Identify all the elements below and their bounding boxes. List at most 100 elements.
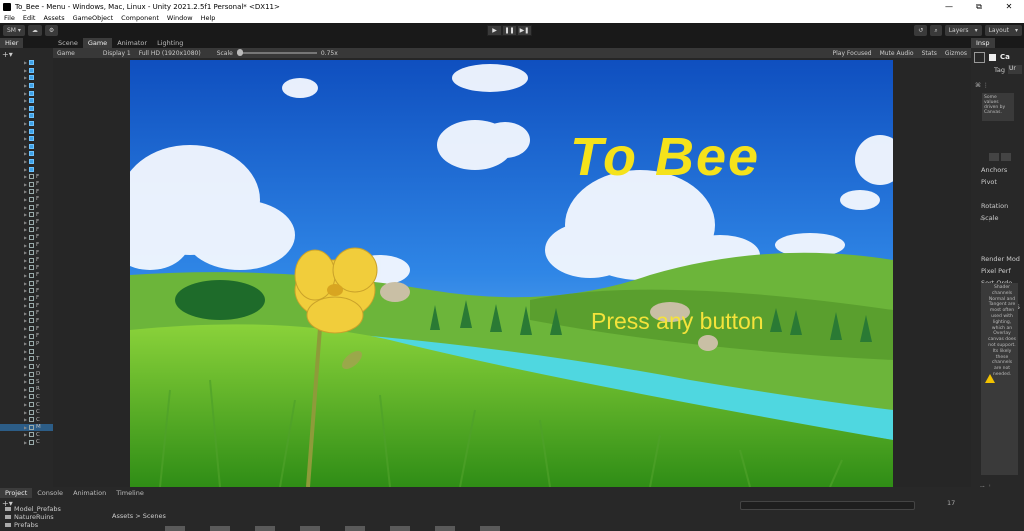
- display-dropdown[interactable]: Display 1: [99, 50, 135, 57]
- folder-item[interactable]: Prefabs: [5, 521, 61, 529]
- asset-thumbnail[interactable]: [300, 526, 320, 531]
- hierarchy-item[interactable]: ▶: [0, 82, 53, 90]
- hierarchy-item[interactable]: ▶ V: [0, 363, 53, 371]
- hierarchy-item[interactable]: ▶: [0, 135, 53, 143]
- history-icon[interactable]: ↺: [914, 25, 928, 36]
- hierarchy-item[interactable]: ▶: [0, 165, 53, 173]
- hierarchy-item[interactable]: ▶ F: [0, 196, 53, 204]
- rect-transform-icon[interactable]: ⌘ ⋮: [975, 82, 989, 89]
- hierarchy-item[interactable]: ▶: [0, 112, 53, 120]
- hierarchy-item[interactable]: ▶ S: [0, 378, 53, 386]
- hierarchy-item[interactable]: ▶ F: [0, 203, 53, 211]
- close-button[interactable]: ✕: [994, 0, 1024, 13]
- hierarchy-item[interactable]: ▶: [0, 348, 53, 356]
- collab-icon[interactable]: ⚙: [44, 25, 59, 36]
- scale-slider-handle[interactable]: [236, 49, 243, 56]
- menu-window[interactable]: Window: [163, 14, 197, 22]
- menu-component[interactable]: Component: [117, 14, 163, 22]
- hierarchy-item[interactable]: ▶: [0, 158, 53, 166]
- hierarchy-item[interactable]: ▶: [0, 59, 53, 67]
- menu-assets[interactable]: Assets: [39, 14, 68, 22]
- hierarchy-item[interactable]: ▶ C: [0, 408, 53, 416]
- folder-item[interactable]: NatureRuins: [5, 513, 61, 521]
- tab-lighting[interactable]: Lighting: [152, 38, 188, 48]
- hierarchy-item[interactable]: ▶ C: [0, 431, 53, 439]
- hierarchy-item[interactable]: ▶ F: [0, 211, 53, 219]
- play-focused-dropdown[interactable]: Play Focused: [829, 50, 876, 57]
- hierarchy-item[interactable]: ▶ F: [0, 181, 53, 189]
- hierarchy-item[interactable]: ▶ F: [0, 256, 53, 264]
- account-dropdown[interactable]: SM ▾: [3, 25, 25, 36]
- active-checkbox[interactable]: [989, 54, 996, 61]
- minimize-button[interactable]: —: [934, 0, 964, 13]
- hierarchy-item[interactable]: ▶ F: [0, 294, 53, 302]
- hierarchy-item[interactable]: ▶ M: [0, 423, 53, 432]
- tab-inspector[interactable]: Insp: [971, 38, 995, 48]
- asset-thumbnail[interactable]: [165, 526, 185, 531]
- maximize-button[interactable]: ⧉: [964, 0, 994, 13]
- hierarchy-item[interactable]: ▶ F: [0, 234, 53, 242]
- hierarchy-item[interactable]: ▶ F: [0, 302, 53, 310]
- hierarchy-item[interactable]: ▶ T: [0, 355, 53, 363]
- tag-dropdown[interactable]: Ur: [1008, 65, 1022, 74]
- raw-edit-button[interactable]: [1001, 153, 1011, 161]
- hierarchy-item[interactable]: ▶ F: [0, 325, 53, 333]
- step-button[interactable]: ▶❚: [517, 25, 532, 36]
- hierarchy-item[interactable]: ▶ D: [0, 370, 53, 378]
- hierarchy-item[interactable]: ▶ C: [0, 439, 53, 447]
- asset-thumbnail[interactable]: [345, 526, 365, 531]
- layout-dropdown[interactable]: Layout ▾: [984, 25, 1022, 36]
- tab-game[interactable]: Game: [82, 38, 113, 48]
- hierarchy-item[interactable]: ▶ R: [0, 386, 53, 394]
- project-search-input[interactable]: [740, 501, 915, 510]
- hierarchy-item[interactable]: ▶: [0, 105, 53, 113]
- hierarchy-item[interactable]: ▶: [0, 150, 53, 158]
- menu-help[interactable]: Help: [197, 14, 220, 22]
- game-viewport[interactable]: To Bee Press any button: [130, 60, 893, 487]
- asset-thumbnail[interactable]: [435, 526, 455, 531]
- asset-thumbnail[interactable]: [210, 526, 230, 531]
- tab-animator[interactable]: Animator: [112, 38, 152, 48]
- hierarchy-item[interactable]: ▶ F: [0, 332, 53, 340]
- hierarchy-item[interactable]: ▶ F: [0, 249, 53, 257]
- hierarchy-item[interactable]: ▶ C: [0, 393, 53, 401]
- menu-file[interactable]: File: [0, 14, 19, 22]
- resolution-dropdown[interactable]: Full HD (1920x1080): [135, 50, 205, 57]
- hierarchy-item[interactable]: ▶ F: [0, 226, 53, 234]
- blueprint-button[interactable]: [989, 153, 999, 161]
- hierarchy-item[interactable]: ▶ P: [0, 340, 53, 348]
- canvas-component-icon[interactable]: ⇨ ⋮: [980, 216, 993, 223]
- menu-edit[interactable]: Edit: [19, 14, 40, 22]
- asset-thumbnail[interactable]: [390, 526, 410, 531]
- hierarchy-item[interactable]: ▶ F: [0, 310, 53, 318]
- hierarchy-item[interactable]: ▶: [0, 74, 53, 82]
- menu-gameobject[interactable]: GameObject: [69, 14, 118, 22]
- hierarchy-item[interactable]: ▶ C: [0, 416, 53, 424]
- hierarchy-item[interactable]: ▶: [0, 97, 53, 105]
- hierarchy-item[interactable]: ▶ F: [0, 218, 53, 226]
- hierarchy-item[interactable]: ▶: [0, 127, 53, 135]
- hierarchy-item[interactable]: ▶ F: [0, 241, 53, 249]
- tab-scene[interactable]: Scene: [53, 38, 83, 48]
- hierarchy-item[interactable]: ▶ F: [0, 317, 53, 325]
- play-button[interactable]: ▶: [487, 25, 502, 36]
- tab-hierarchy[interactable]: Hier: [0, 38, 24, 48]
- mute-audio-button[interactable]: Mute Audio: [876, 50, 918, 57]
- hierarchy-item[interactable]: ▶ F: [0, 188, 53, 196]
- hierarchy-item[interactable]: ▶ C: [0, 401, 53, 409]
- hierarchy-item[interactable]: ▶: [0, 143, 53, 151]
- hierarchy-item[interactable]: ▶ F: [0, 279, 53, 287]
- hierarchy-item[interactable]: ▶: [0, 120, 53, 128]
- hierarchy-item[interactable]: ▶: [0, 67, 53, 75]
- hierarchy-item[interactable]: ▶: [0, 89, 53, 97]
- tab-animation[interactable]: Animation: [68, 488, 111, 498]
- asset-thumbnail[interactable]: [480, 526, 500, 531]
- scale-slider[interactable]: [236, 49, 317, 56]
- hierarchy-item[interactable]: ▶ F: [0, 173, 53, 181]
- hierarchy-item[interactable]: ▶ F: [0, 287, 53, 295]
- asset-thumbnail[interactable]: [255, 526, 275, 531]
- search-icon[interactable]: ⌕: [930, 25, 942, 36]
- tab-console[interactable]: Console: [32, 488, 68, 498]
- stats-button[interactable]: Stats: [918, 50, 941, 57]
- tab-timeline[interactable]: Timeline: [111, 488, 149, 498]
